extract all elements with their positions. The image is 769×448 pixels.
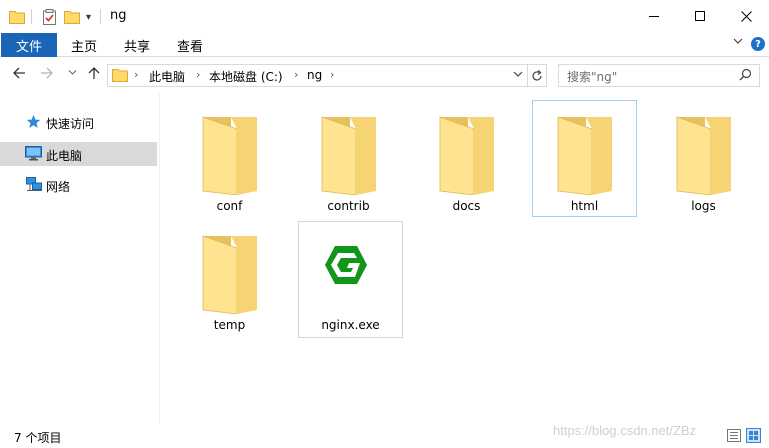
recent-locations-button[interactable] [68,68,77,80]
refresh-icon [532,69,542,81]
quick-access-dropdown[interactable]: ▾ [86,8,91,26]
maximize-icon [695,11,705,21]
breadcrumb-chevron-icon[interactable]: › [196,68,200,81]
large-icons-view-icon[interactable] [746,428,761,443]
address-row: › 此电脑 › 本地磁盘 (C:) › ng › 搜索"ng" [0,58,769,93]
folder-icon [201,111,259,198]
tab-view[interactable]: 查看 [177,36,203,55]
search-placeholder: 搜索"ng" [567,70,618,84]
properties-icon[interactable] [42,8,57,26]
close-button[interactable] [723,0,769,32]
file-item-temp[interactable]: temp [177,219,282,336]
star-icon [26,114,41,132]
ribbon-tabs: 文件 主页 共享 查看 ? [0,32,769,57]
folder-icon[interactable] [9,8,25,26]
folder-icon [320,111,378,198]
breadcrumb-local-disk[interactable]: 本地磁盘 (C:) [209,68,283,85]
minimize-icon [649,16,659,17]
file-item-nginx-exe[interactable]: nginx.exe [298,221,403,338]
address-bar[interactable]: › 此电脑 › 本地磁盘 (C:) › ng › [107,64,528,87]
close-icon [740,10,752,22]
file-name: html [570,199,599,213]
address-history-dropdown[interactable] [513,69,523,82]
status-bar: 7 个项目 https://blog.csdn.net/ZBz [0,423,769,448]
folder-icon [675,111,733,198]
file-item-html[interactable]: html [532,100,637,217]
arrow-right-icon [41,67,53,79]
file-name: docs [452,199,481,213]
details-view-icon[interactable] [727,429,741,442]
file-name: contrib [327,199,370,213]
tab-share[interactable]: 共享 [124,36,150,55]
minimize-button[interactable] [631,0,677,32]
watermark-text: https://blog.csdn.net/ZBz [553,423,697,438]
file-item-contrib[interactable]: contrib [296,100,401,217]
toolbar-divider [31,9,32,24]
sidebar-item-label: 快速访问 [46,117,95,131]
arrow-up-icon [88,67,100,79]
arrow-left-icon [13,67,25,79]
breadcrumb-this-pc[interactable]: 此电脑 [149,68,185,85]
computer-icon [25,146,42,164]
breadcrumb-chevron-icon[interactable]: › [294,68,298,81]
back-button[interactable] [12,66,26,84]
title-bar: ▾ ng [0,0,769,32]
forward-button[interactable] [40,66,54,84]
file-name: temp [213,318,246,332]
help-icon[interactable]: ? [751,37,765,51]
sidebar-item-quick-access[interactable]: 快速访问 [0,110,157,134]
folder-icon [556,111,614,198]
folder-icon [112,68,128,85]
title-divider [100,9,101,24]
search-input[interactable]: 搜索"ng" [558,64,760,87]
breadcrumb-chevron-icon[interactable]: › [330,68,334,81]
new-folder-icon[interactable] [64,8,80,26]
search-icon[interactable] [739,68,752,84]
file-name: nginx.exe [321,318,380,332]
breadcrumb-ng[interactable]: ng [307,68,322,82]
sidebar-item-network[interactable]: 网络 [0,173,157,197]
nginx-icon [323,244,369,289]
tab-home[interactable]: 主页 [71,36,97,55]
breadcrumb-chevron-icon[interactable]: › [134,68,138,81]
navigation-pane: 快速访问 此电脑 网络 [0,93,160,423]
file-item-logs[interactable]: logs [651,100,756,217]
file-name: logs [691,199,716,213]
sidebar-item-label: 网络 [46,180,71,194]
item-count: 7 个项目 [14,431,62,445]
chevron-down-icon [68,70,77,75]
folder-icon [201,230,259,317]
chevron-down-icon [513,71,523,77]
file-item-docs[interactable]: docs [414,100,519,217]
file-list: conf contrib docs html logs temp nginx.e… [160,93,769,423]
tab-file[interactable]: 文件 [1,33,57,57]
sidebar-item-this-pc[interactable]: 此电脑 [0,142,157,166]
up-button[interactable] [87,66,101,84]
file-name: conf [216,199,243,213]
window-title: ng [110,8,127,23]
maximize-button[interactable] [677,0,723,32]
expand-ribbon-icon[interactable] [733,36,743,49]
network-icon [26,177,43,195]
file-item-conf[interactable]: conf [177,100,282,217]
folder-icon [438,111,496,198]
sidebar-item-label: 此电脑 [46,149,83,163]
refresh-button[interactable] [528,64,547,87]
